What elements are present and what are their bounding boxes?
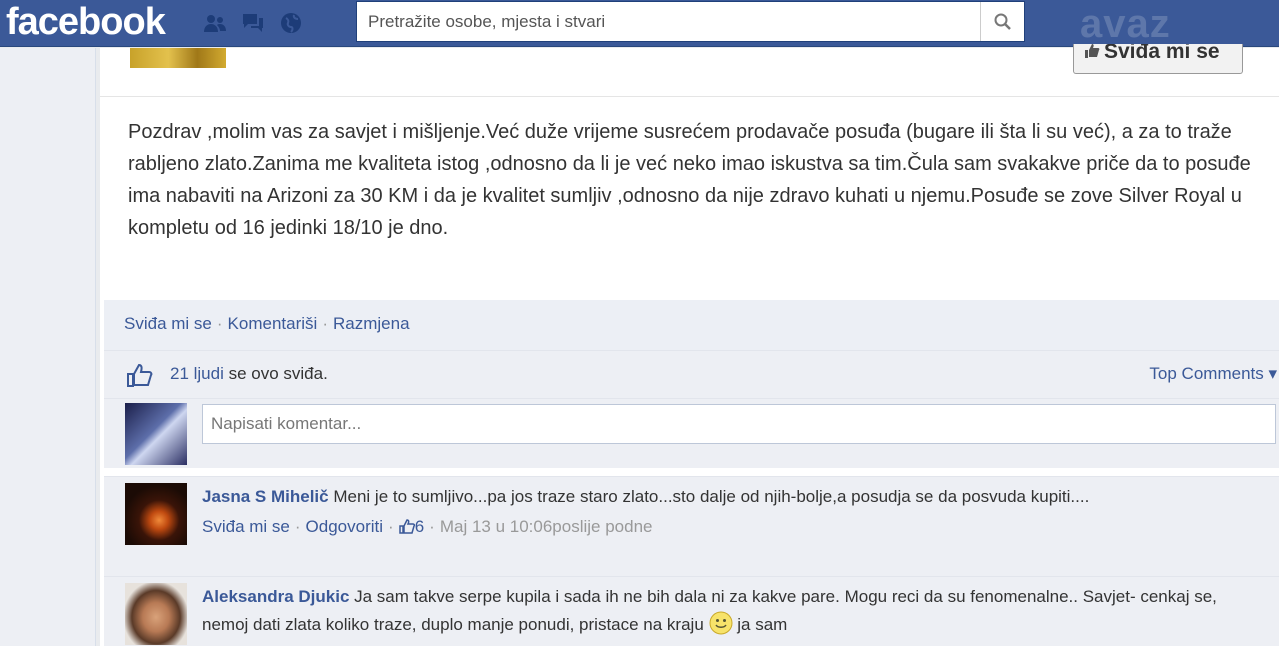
comment-reply-link[interactable]: Odgovoriti <box>306 517 383 536</box>
likes-text: 21 ljudi se ovo sviđa. <box>170 364 328 384</box>
comment-meta: Sviđa mi se · Odgovoriti · 6 · Maj 13 u 10:06p… <box>202 513 1262 541</box>
avatar[interactable] <box>125 483 187 545</box>
comment-text-continued: ja sam <box>732 615 788 634</box>
top-comments-dropdown[interactable]: Top Comments ▾ <box>1149 364 1277 384</box>
search-box <box>356 1 1025 42</box>
friend-requests-icon[interactable] <box>200 9 230 37</box>
comment-composer <box>104 398 1279 468</box>
separator: · <box>429 517 435 536</box>
comment-item: Aleksandra Djukic Ja sam takve serpe kup… <box>104 576 1279 646</box>
separator: · <box>388 517 394 536</box>
messages-icon[interactable] <box>238 9 268 37</box>
comment-timestamp[interactable]: Maj 13 u 10:06poslije podne <box>440 517 653 536</box>
left-sidebar <box>0 48 96 646</box>
separator: · <box>294 517 301 536</box>
divider <box>100 96 1279 97</box>
avatar[interactable] <box>125 583 187 645</box>
post-actions-bar: Sviđa mi se · Komentariši · Razmjena <box>104 300 1279 350</box>
comment-author[interactable]: Aleksandra Djukic <box>202 587 349 606</box>
comment-link[interactable]: Komentariši <box>228 314 318 333</box>
post-text: Pozdrav ,molim vas za savjet i mišljenje… <box>128 121 1251 239</box>
separator: · <box>216 314 223 333</box>
watermark: avaz <box>1080 2 1171 46</box>
top-bar: facebook avaz <box>0 0 1279 47</box>
page-like-button[interactable]: Sviđa mi se <box>1073 44 1243 74</box>
page-like-label: Sviđa mi se <box>1104 44 1220 63</box>
comment-body: Jasna S Mihelič Meni je to sumljivo...pa… <box>202 483 1262 541</box>
jewel-icons <box>200 9 306 37</box>
comment-body: Aleksandra Djukic Ja sam takve serpe kup… <box>202 583 1262 639</box>
likes-count-link[interactable]: 21 ljudi <box>170 364 224 383</box>
comment-input[interactable] <box>202 404 1276 444</box>
share-link[interactable]: Razmjena <box>333 314 410 333</box>
comment-likes-count[interactable]: 6 <box>415 517 424 536</box>
like-link[interactable]: Sviđa mi se <box>124 314 212 333</box>
post-container: Sviđa mi se Pozdrav ,molim vas za savjet… <box>100 44 1279 646</box>
likes-suffix: se ovo sviđa. <box>223 364 328 383</box>
post-actions: Sviđa mi se · Komentariši · Razmjena <box>124 314 410 334</box>
thumbs-up-icon <box>127 363 153 387</box>
post-author-photo[interactable] <box>130 48 226 68</box>
thumbs-up-icon <box>398 519 415 534</box>
comment-like-link[interactable]: Sviđa mi se <box>202 517 290 536</box>
notifications-icon[interactable] <box>276 9 306 37</box>
facebook-logo[interactable]: facebook <box>6 2 166 42</box>
comment-author[interactable]: Jasna S Mihelič <box>202 487 329 506</box>
search-button[interactable] <box>980 2 1024 41</box>
search-icon <box>994 13 1011 30</box>
avatar[interactable] <box>125 403 187 465</box>
thumbs-up-icon <box>1085 44 1100 58</box>
separator: · <box>322 314 328 333</box>
likes-summary: 21 ljudi se ovo sviđa. Top Comments ▾ <box>104 350 1279 398</box>
comment-item: Jasna S Mihelič Meni je to sumljivo...pa… <box>104 476 1279 576</box>
comment-text: Meni je to sumljivo...pa jos traze staro… <box>328 487 1090 506</box>
smiley-icon <box>709 611 733 635</box>
search-input[interactable] <box>357 2 982 41</box>
